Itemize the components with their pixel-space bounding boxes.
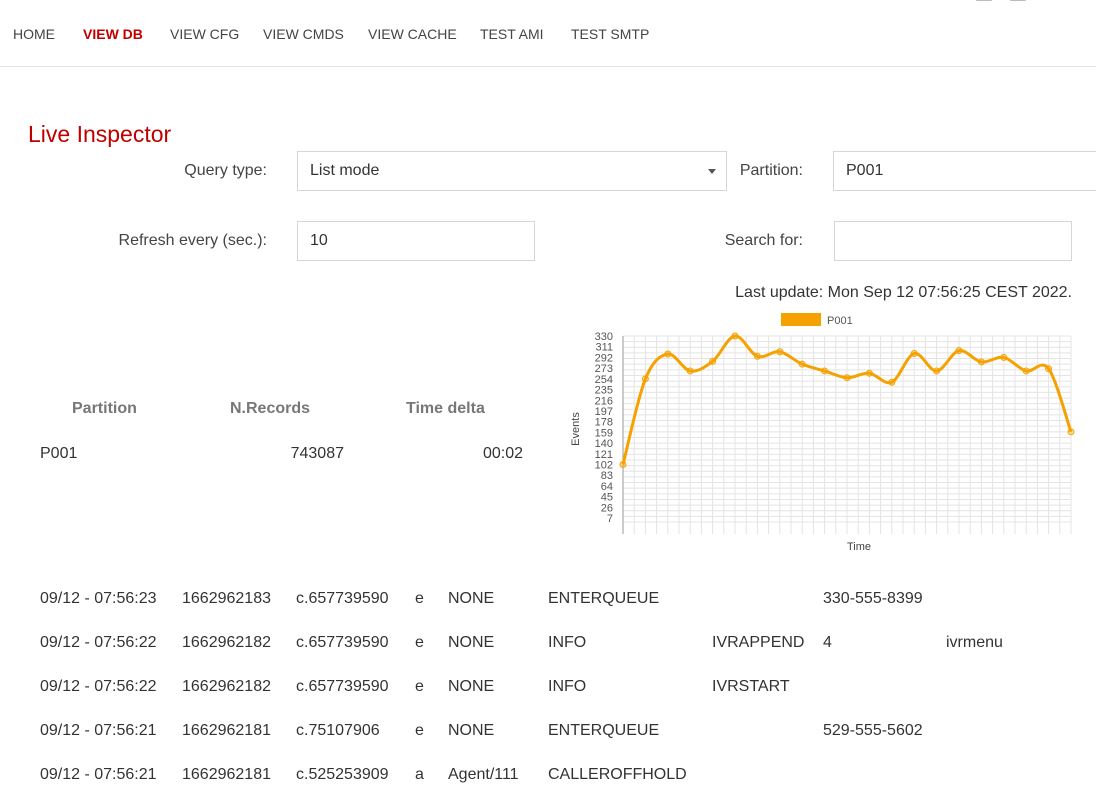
- stats-cell-records: 743087: [290, 445, 344, 462]
- log-cell-data1: IVRSTART: [712, 678, 790, 695]
- nav-view-cfg[interactable]: VIEW CFG: [170, 26, 239, 42]
- log-cell-agent: NONE: [448, 722, 495, 739]
- data-point: [933, 367, 941, 375]
- log-cell-time: 09/12 - 07:56:21: [40, 766, 157, 783]
- partition-label: Partition:: [739, 162, 803, 179]
- data-point: [910, 349, 918, 357]
- stats-cell-time-delta: 00:02: [482, 445, 523, 462]
- data-point: [821, 367, 829, 375]
- data-point: [731, 332, 739, 340]
- data-point: [888, 378, 896, 386]
- data-point: [1045, 365, 1053, 373]
- legend-swatch: [781, 313, 821, 326]
- data-point: [955, 347, 963, 355]
- log-cell-time: 09/12 - 07:56:23: [40, 590, 157, 607]
- log-cell-epoch: 1662962181: [182, 722, 271, 739]
- data-point: [798, 360, 806, 368]
- data-point: [1022, 367, 1030, 375]
- log-cell-epoch: 1662962183: [182, 590, 271, 607]
- log-cell-type: e: [415, 678, 424, 695]
- log-cell-time: 09/12 - 07:56:21: [40, 722, 157, 739]
- search-label: Search for:: [724, 232, 803, 249]
- log-cell-type: e: [415, 722, 424, 739]
- data-point: [641, 375, 649, 383]
- stats-header-time-delta: Time delta: [406, 400, 485, 417]
- y-axis-title: Events: [570, 412, 582, 446]
- query-type-select[interactable]: List mode: [297, 151, 727, 191]
- log-row: 09/12 - 07:56:23 1662962183 c.657739590 e NO…: [0, 590, 1096, 620]
- data-point: [619, 461, 627, 469]
- nav-view-cmds[interactable]: VIEW CMDS: [263, 26, 344, 42]
- log-cell-epoch: 1662962182: [182, 678, 271, 695]
- log-cell-data2: 4: [823, 634, 832, 651]
- data-point: [843, 374, 851, 382]
- toolbar-icons: [976, 0, 1036, 2]
- log-cell-event: ENTERQUEUE: [548, 590, 660, 607]
- nav-test-ami[interactable]: TEST AMI: [480, 26, 544, 42]
- settings-icon[interactable]: [1010, 0, 1026, 1]
- log-cell-type: e: [415, 590, 424, 607]
- log-cell-call-id: c.525253909: [296, 766, 389, 783]
- log-cell-data2: 529-555-5602: [823, 722, 923, 739]
- nav-view-db[interactable]: VIEW DB: [83, 26, 143, 42]
- last-update-text: Last update: Mon Sep 12 07:56:25 CEST 20…: [735, 284, 1072, 301]
- partition-input[interactable]: P001: [833, 151, 1096, 191]
- stats-cell-partition: P001: [40, 445, 78, 462]
- top-navbar: HOME VIEW DB VIEW CFG VIEW CMDS VIEW CAC…: [0, 0, 1096, 67]
- log-cell-agent: NONE: [448, 678, 495, 695]
- x-axis-title: Time: [847, 541, 871, 553]
- log-row: 09/12 - 07:56:22 1662962182 c.657739590 e NO…: [0, 678, 1096, 708]
- events-chart: 330 311 292 273 254 235 216 197 178 159 140 121 102 8…: [563, 308, 1083, 558]
- log-cell-call-id: c.657739590: [296, 634, 389, 651]
- log-cell-data3: ivrmenu: [946, 634, 1003, 651]
- refresh-input[interactable]: 10: [297, 221, 535, 261]
- data-point: [1067, 428, 1075, 436]
- stats-header-partition: Partition: [72, 400, 137, 417]
- refresh-label: Refresh every (sec.):: [118, 232, 267, 249]
- log-cell-call-id: c.75107906: [296, 722, 380, 739]
- log-cell-event: INFO: [548, 678, 587, 695]
- log-cell-type: a: [415, 766, 424, 783]
- chevron-down-icon: [708, 169, 716, 174]
- log-cell-agent: NONE: [448, 590, 495, 607]
- query-type-value: List mode: [310, 162, 380, 179]
- log-cell-agent: NONE: [448, 634, 495, 651]
- query-type-label: Query type:: [184, 162, 267, 179]
- log-cell-event: CALLEROFFHOLD: [548, 766, 687, 783]
- data-point: [664, 350, 672, 358]
- log-cell-data2: 330-555-8399: [823, 590, 923, 607]
- log-row: 09/12 - 07:56:22 1662962182 c.657739590 e NO…: [0, 634, 1096, 664]
- nav-view-cache[interactable]: VIEW CACHE: [368, 26, 457, 42]
- log-cell-epoch: 1662962181: [182, 766, 271, 783]
- data-point: [753, 352, 761, 360]
- log-cell-call-id: c.657739590: [296, 678, 389, 695]
- log-cell-time: 09/12 - 07:56:22: [40, 678, 157, 695]
- y-tick-label: 7: [607, 513, 613, 525]
- log-cell-agent: Agent/111: [448, 766, 519, 783]
- log-cell-event: ENTERQUEUE: [548, 722, 660, 739]
- log-row: 09/12 - 07:56:21 1662962181 c.525253909 a Ag…: [0, 766, 1096, 796]
- data-point: [865, 369, 873, 377]
- data-point: [709, 357, 717, 365]
- nav-home[interactable]: HOME: [13, 26, 55, 42]
- log-cell-type: e: [415, 634, 424, 651]
- stats-header-records: N.Records: [230, 400, 311, 417]
- menu-icon[interactable]: [976, 0, 992, 1]
- search-input[interactable]: [834, 221, 1072, 261]
- log-row: 09/12 - 07:56:21 1662962181 c.75107906 e NON…: [0, 722, 1096, 752]
- events-chart-svg: 3303112922732542352161971781591401211028…: [570, 313, 1075, 553]
- page-title: Live Inspector: [28, 121, 172, 147]
- legend-label: P001: [827, 315, 853, 327]
- log-cell-data1: IVRAPPEND: [712, 634, 805, 651]
- data-point: [776, 348, 784, 356]
- log-cell-time: 09/12 - 07:56:22: [40, 634, 157, 651]
- log-cell-epoch: 1662962182: [182, 634, 271, 651]
- data-point: [1000, 353, 1008, 361]
- log-cell-event: INFO: [548, 634, 587, 651]
- log-cell-call-id: c.657739590: [296, 590, 389, 607]
- data-point: [977, 358, 985, 366]
- data-point: [686, 367, 694, 375]
- nav-test-smtp[interactable]: TEST SMTP: [571, 26, 649, 42]
